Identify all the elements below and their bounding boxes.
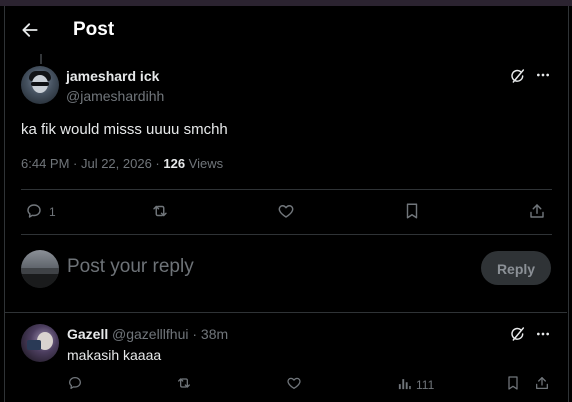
post-author-handle[interactable]: @jameshardihh bbox=[66, 88, 164, 104]
divider bbox=[5, 312, 567, 313]
reply-author-name[interactable]: Gazell bbox=[67, 326, 108, 342]
reply-author-handle[interactable]: @gazelllfhui · 38m bbox=[112, 326, 228, 342]
views-icon[interactable] bbox=[397, 376, 412, 391]
retweet-icon[interactable] bbox=[151, 202, 169, 220]
like-icon[interactable] bbox=[277, 202, 295, 220]
avatar[interactable] bbox=[21, 250, 59, 288]
reply-button[interactable]: Reply bbox=[481, 251, 551, 285]
views-count: 126 bbox=[163, 156, 186, 171]
reply-icon[interactable] bbox=[67, 375, 83, 391]
more-options-icon[interactable] bbox=[535, 67, 551, 83]
page-header: Post bbox=[0, 6, 572, 52]
more-options-icon[interactable] bbox=[535, 326, 551, 342]
views-label: Views bbox=[185, 156, 224, 171]
arrow-left-icon[interactable] bbox=[20, 20, 40, 40]
avatar[interactable] bbox=[21, 324, 59, 362]
reply-icon[interactable] bbox=[25, 202, 43, 220]
reply-text: makasih kaaaa bbox=[67, 347, 162, 363]
thread-connector-line bbox=[40, 54, 42, 64]
post-author-name[interactable]: jameshard ick bbox=[66, 68, 159, 84]
reply-count: 1 bbox=[49, 205, 56, 219]
grok-icon[interactable] bbox=[510, 68, 526, 84]
share-icon[interactable] bbox=[534, 375, 550, 391]
like-icon[interactable] bbox=[286, 375, 302, 391]
grok-icon[interactable] bbox=[510, 326, 526, 342]
post-text: ka fik would misss uuuu smchh bbox=[21, 121, 228, 138]
page-title: Post bbox=[73, 19, 115, 40]
share-icon[interactable] bbox=[528, 202, 546, 220]
retweet-icon[interactable] bbox=[176, 375, 192, 391]
bookmark-icon[interactable] bbox=[403, 202, 421, 220]
reply-views-count: 111 bbox=[416, 378, 435, 392]
avatar[interactable] bbox=[21, 66, 59, 104]
post-timestamp[interactable]: 6:44 PM · Jul 22, 2026 · bbox=[21, 156, 163, 171]
divider bbox=[21, 234, 552, 235]
bookmark-icon[interactable] bbox=[505, 375, 521, 391]
post-meta: 6:44 PM · Jul 22, 2026 · 126 Views bbox=[21, 156, 223, 171]
reply-input[interactable]: Post your reply bbox=[67, 256, 194, 278]
divider bbox=[21, 189, 552, 190]
